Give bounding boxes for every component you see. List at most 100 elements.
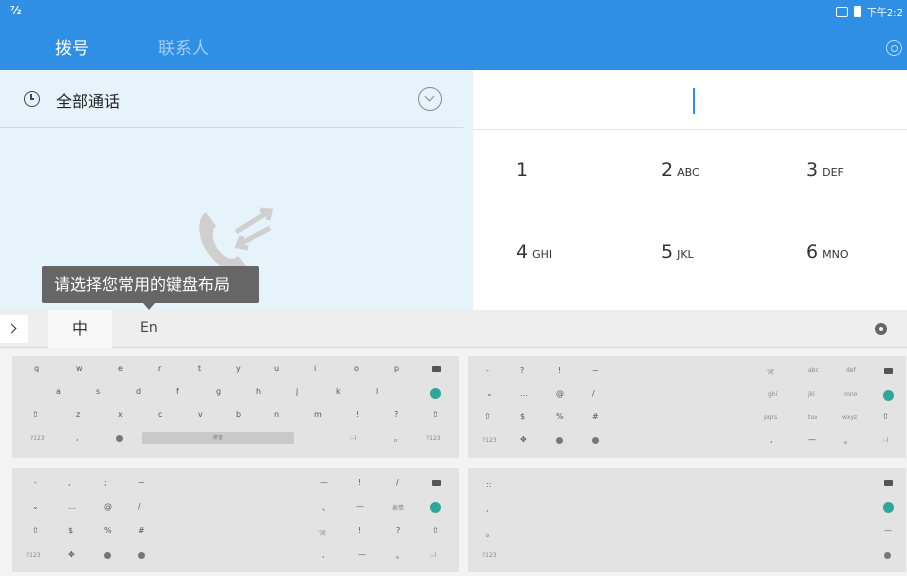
keyboard-settings-icon[interactable] [875,323,887,335]
emoji-icon [104,552,111,559]
key-label: g [216,387,222,396]
chevron-right-icon[interactable] [0,315,28,343]
key-label: ?123 [26,552,41,559]
layout-option-9key[interactable]: - ? ! ~ '词 abc def ⌄ … @ / ghi jkl mno ⇧… [468,356,906,458]
key-label: ghi [768,391,778,398]
key-label: , [322,550,325,559]
backspace-icon [432,480,441,486]
call-log-header: 全部通话 [0,70,463,128]
shift-icon: ⇧ [432,526,439,535]
key-label: $ [68,526,74,535]
key-label: q [34,364,40,373]
keyboard-layout-bar: 中 En [0,310,907,348]
key-label: r [158,364,162,373]
key-label: l [376,387,379,396]
cursor-move-icon: ✥ [68,550,75,559]
tab-english[interactable]: En [140,320,158,336]
key-label: - [486,366,489,375]
dial-key-2[interactable]: 2 ABC [661,159,700,181]
dial-number-input[interactable] [473,82,907,130]
key-label: @ [556,389,564,398]
key-label: ? [394,410,399,419]
key-label: '词 [766,369,774,376]
key-label: z [76,410,81,419]
tab-dial[interactable]: 拨号 [55,34,89,59]
key-label: o [354,364,359,373]
key-label: d [136,387,142,396]
key-label: 。 [844,436,852,445]
gear-icon[interactable] [886,40,902,56]
symbol-key-icon: :-) [882,437,889,444]
key-label: h [256,387,262,396]
dial-key-1[interactable]: 1 [516,159,532,181]
globe-icon [116,435,123,442]
key-label: 。 [486,529,494,538]
shift-icon: ⇧ [32,526,39,535]
key-label: / [138,502,141,511]
space-key: 拼音 [142,432,294,444]
key-label: - [34,478,37,487]
call-filter-label[interactable]: 全部通话 [56,88,120,112]
keyboard-layout-tooltip: 请选择您常用的键盘布局 [42,266,259,303]
layout-option-symbols[interactable]: - , ; ~ — ! / ⌄ … @ / 、 — 表情 ⇧ $ % # '词 … [12,468,459,572]
emoji-icon [884,552,891,559]
screenshot-icon [835,6,848,17]
key-label: abc [808,367,819,374]
key-label: % [104,526,112,535]
dialpad-pane: 1 2 ABC 3 DEF 4 GHI 5 JKL 6 MNO [463,70,907,310]
key-label: ! [358,478,362,487]
dial-key-5[interactable]: 5 JKL [661,241,694,263]
shift-icon: ⇧ [432,410,439,419]
layout-option-qwerty[interactable]: q w e r t y u i o p a s d f g h j k l ⇧ … [12,356,459,458]
key-label: w [76,364,83,373]
key-label: / [592,389,595,398]
key-label: 、 [322,503,330,512]
key-label: jkl [808,391,815,398]
backspace-icon [884,480,893,486]
tab-contacts[interactable]: 联系人 [158,34,209,59]
key-label: — [320,478,328,487]
key-label: 表情 [392,505,405,512]
key-label: s [96,387,101,396]
key-label: m [314,410,322,419]
keypad-icon: ⌄ [486,389,493,398]
text-cursor [693,88,695,114]
dial-key-3[interactable]: 3 DEF [806,159,844,181]
key-label: t [198,364,202,373]
key-label: ! [558,366,562,375]
chevron-down-icon[interactable] [418,87,442,111]
shift-icon: ⇧ [882,412,889,421]
key-label: a [56,387,61,396]
enter-icon [430,502,441,513]
key-label: tuv [808,414,818,421]
backspace-icon [884,368,893,374]
app-bar: 拨号 联系人 [0,22,907,70]
key-label: i [314,364,317,373]
key-label: — [808,435,816,444]
key-label: # [138,526,145,535]
key-label: n [274,410,280,419]
tab-chinese[interactable]: 中 [48,310,112,348]
tooltip-arrow [143,303,155,310]
key-label: … [520,389,528,398]
layout-option-handwriting[interactable]: :: , 。 ?123 — [468,468,906,572]
key-label: :: [486,480,492,489]
key-label: / [396,478,399,487]
dial-key-6[interactable]: 6 MNO [806,241,848,263]
dial-key-4[interactable]: 4 GHI [516,241,552,263]
symbol-key-icon: :-) [430,552,437,559]
status-bar: ⁷⁄₂ 下午2:2 [0,0,907,22]
globe-icon [138,552,145,559]
key-label: x [118,410,123,419]
clock-icon [24,91,40,107]
key-label: f [176,387,179,396]
key-label: ~ [138,478,145,487]
key-label: ?123 [426,435,441,442]
shift-icon: ⇧ [32,410,39,419]
emoji-icon [556,437,563,444]
key-label: , [76,433,79,442]
key-label: y [236,364,241,373]
globe-icon [592,437,599,444]
key-label: wxyz [842,414,858,421]
key-label: ? [396,526,401,535]
